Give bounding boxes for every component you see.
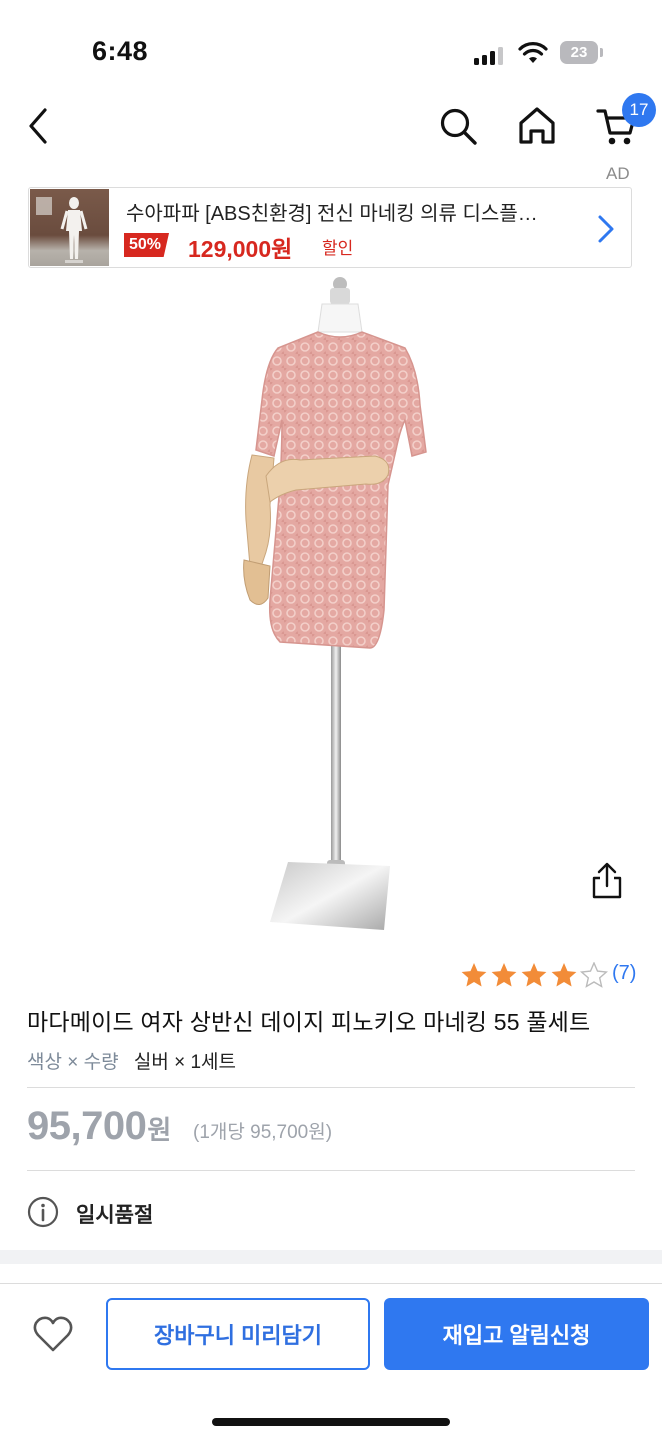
option-label: 색상 × 수량 [27, 1052, 119, 1073]
home-indicator [212, 1418, 450, 1426]
cart-count-badge: 17 [622, 93, 656, 127]
divider [27, 1087, 635, 1088]
star-empty-icon [579, 962, 608, 988]
star-filled-icon [461, 963, 487, 987]
star-filled-icon [551, 963, 577, 987]
star-filled-icon [491, 963, 517, 987]
battery-indicator: 23 [560, 41, 598, 64]
search-icon[interactable] [438, 106, 478, 146]
option-row: 색상 × 수량 실버 × 1세트 [27, 1047, 236, 1074]
stock-status: 일시품절 [76, 1204, 154, 1227]
section-separator [0, 1250, 662, 1264]
ad-discount-badge: 50% [124, 233, 170, 257]
info-icon [27, 1196, 59, 1228]
bottom-bar-border [0, 1283, 662, 1284]
battery-cap [600, 48, 603, 57]
price-unit: 원 [147, 1115, 171, 1145]
ad-thumbnail [30, 189, 109, 266]
review-count-link[interactable]: (7) [612, 962, 636, 985]
product-image [243, 277, 427, 930]
ad-title[interactable]: 수아파파 [ABS친환경] 전신 마네킹 의류 디스플… [126, 197, 581, 226]
cellular-signal-icon [474, 47, 506, 65]
unit-price: (1개당 95,700원) [193, 1122, 333, 1143]
chevron-right-icon[interactable] [596, 214, 616, 244]
rating-stars [461, 962, 608, 988]
star-filled-icon [521, 963, 547, 987]
option-value: 실버 × 1세트 [133, 1052, 236, 1073]
restock-alert-button[interactable]: 재입고 알림신청 [384, 1298, 649, 1370]
add-to-cart-button[interactable]: 장바구니 미리담기 [106, 1298, 370, 1370]
ad-label: AD [606, 164, 630, 183]
ad-price: 129,000원 [188, 236, 293, 262]
product-title: 마다메이드 여자 상반신 데이지 피노키오 마네킹 55 풀세트 [27, 1009, 591, 1035]
price-amount: 95,700 [27, 1104, 147, 1148]
divider [27, 1170, 635, 1171]
back-arrow-icon[interactable] [26, 106, 50, 146]
status-time: 6:48 [92, 36, 149, 66]
share-icon[interactable] [590, 862, 624, 900]
wifi-icon [518, 42, 548, 63]
heart-icon[interactable] [32, 1315, 74, 1353]
product-price: 95,700원 [27, 1104, 171, 1149]
ad-sale-label: 할인 [322, 239, 354, 258]
home-icon[interactable] [516, 104, 558, 146]
